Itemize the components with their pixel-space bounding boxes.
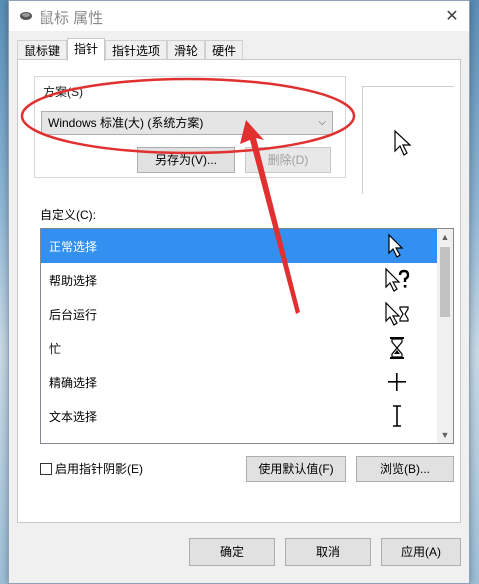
- ok-button[interactable]: 确定: [189, 538, 275, 566]
- tab-buttons[interactable]: 鼠标键: [17, 40, 68, 60]
- list-scrollbar[interactable]: ▲ ▼: [437, 229, 453, 443]
- scheme-select[interactable]: Windows 标准(大) (系统方案) ⌵: [41, 111, 333, 135]
- working-cursor-icon: [384, 301, 410, 327]
- crosshair-cursor-icon: [384, 369, 410, 395]
- title-bar: 鼠标 属性 ✕: [9, 1, 469, 31]
- list-item-label: 帮助选择: [49, 273, 98, 288]
- scheme-label: 方案(S): [41, 83, 85, 100]
- pointer-shadow-checkbox[interactable]: 启用指针阴影(E): [40, 460, 143, 477]
- mouse-properties-window: 鼠标 属性 ✕ 鼠标键 指针 指针选项 滑轮 硬件 方案(S) Windows …: [8, 0, 470, 584]
- pointer-shadow-label: 启用指针阴影(E): [55, 462, 143, 476]
- arrow-cursor-icon: [384, 233, 410, 259]
- chevron-down-icon[interactable]: ▼: [437, 427, 453, 443]
- scrollbar-thumb[interactable]: [440, 247, 450, 317]
- list-item-label: 后台运行: [49, 307, 98, 322]
- window-title: 鼠标 属性: [39, 10, 104, 27]
- cursor-list[interactable]: 正常选择 帮助选择 后台运行 忙 精确选择 文本选择 ▲ ▼: [40, 228, 454, 444]
- chevron-down-icon: ⌵: [318, 117, 326, 128]
- list-item[interactable]: 后台运行: [41, 297, 438, 331]
- checkbox-box[interactable]: [40, 462, 52, 475]
- save-as-button[interactable]: 另存为(V)...: [137, 147, 235, 173]
- use-default-button[interactable]: 使用默认值(F): [246, 456, 346, 482]
- list-item[interactable]: 文本选择: [41, 399, 438, 433]
- list-item[interactable]: 帮助选择: [41, 263, 438, 297]
- list-item[interactable]: 精确选择: [41, 365, 438, 399]
- list-item[interactable]: 正常选择: [41, 229, 438, 263]
- list-item-label: 正常选择: [49, 239, 98, 254]
- tab-strip: 鼠标键 指针 指针选项 滑轮 硬件: [17, 38, 244, 61]
- cursor-list-rows: 正常选择 帮助选择 后台运行 忙 精确选择 文本选择: [41, 229, 438, 433]
- apply-button[interactable]: 应用(A): [381, 538, 461, 566]
- close-button[interactable]: ✕: [435, 1, 469, 30]
- close-icon: ✕: [445, 7, 459, 25]
- list-item-label: 精确选择: [49, 375, 98, 390]
- busy-cursor-icon: [384, 335, 410, 361]
- delete-button[interactable]: 删除(D): [245, 147, 331, 173]
- list-item-label: 忙: [49, 341, 62, 356]
- cursor-preview: [362, 86, 454, 194]
- pointers-panel: 方案(S) Windows 标准(大) (系统方案) ⌵ 另存为(V)... 删…: [17, 59, 461, 523]
- tab-pointers[interactable]: 指针: [67, 38, 106, 61]
- scheme-group: 方案(S) Windows 标准(大) (系统方案) ⌵ 另存为(V)... 删…: [34, 76, 346, 178]
- arrow-cursor-icon: [394, 129, 412, 156]
- custom-label: 自定义(C):: [40, 208, 96, 222]
- mouse-icon: [20, 12, 32, 20]
- tab-pointer-options[interactable]: 指针选项: [105, 40, 168, 60]
- help-cursor-icon: [384, 267, 410, 293]
- chevron-up-icon[interactable]: ▲: [437, 229, 453, 245]
- scheme-selected-value: Windows 标准(大) (系统方案): [48, 116, 204, 130]
- cancel-button[interactable]: 取消: [285, 538, 371, 566]
- list-item[interactable]: 忙: [41, 331, 438, 365]
- list-item-label: 文本选择: [49, 409, 98, 424]
- text-cursor-icon: [384, 403, 410, 429]
- tab-wheel[interactable]: 滑轮: [167, 40, 206, 60]
- browse-button[interactable]: 浏览(B)...: [356, 456, 454, 482]
- tab-hardware[interactable]: 硬件: [205, 40, 244, 60]
